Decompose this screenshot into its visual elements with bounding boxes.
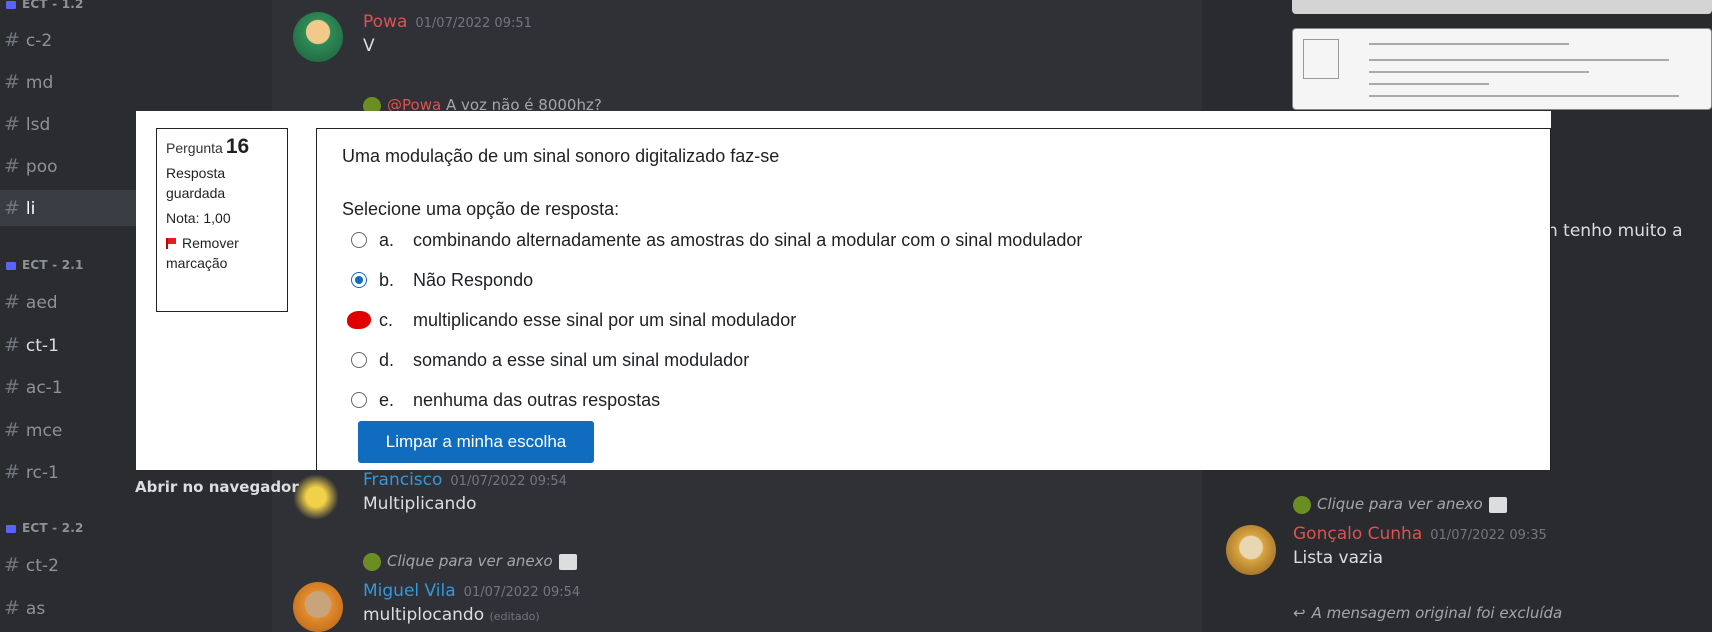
hash-icon: #: [4, 155, 20, 177]
remove-flag-link[interactable]: Remover marcação: [166, 233, 278, 273]
question-label: Pergunta: [166, 140, 223, 156]
attachment-thumbnail-box: [1303, 39, 1339, 79]
chat-message: Miguel Vila 01/07/2022 09:54 multiplocand…: [363, 581, 580, 625]
channel-md[interactable]: # md: [0, 64, 272, 100]
category-icon: [6, 524, 16, 533]
hash-icon: #: [4, 334, 20, 356]
message-author[interactable]: Powa: [363, 12, 407, 32]
message-timestamp: 01/07/2022 09:35: [1430, 528, 1547, 543]
user-avatar[interactable]: [293, 474, 339, 520]
user-avatar[interactable]: [293, 12, 343, 62]
category-icon: [6, 261, 16, 270]
message-text: Multiplicando: [363, 494, 477, 514]
radio-button[interactable]: [351, 392, 367, 408]
chat-message: Gonçalo Cunha 01/07/2022 09:35 Lista vazi…: [1293, 524, 1547, 568]
answer-option-a[interactable]: a. combinando alternadamente as amostras…: [351, 227, 1082, 253]
channel-as[interactable]: # as: [0, 590, 272, 626]
hash-icon: #: [4, 71, 20, 93]
message-timestamp: 01/07/2022 09:51: [415, 16, 532, 31]
hash-icon: #: [4, 597, 20, 619]
category-header[interactable]: ECT - 2.2: [6, 521, 84, 535]
edited-tag: (editado): [489, 610, 540, 623]
clear-choice-button[interactable]: Limpar a minha escolha: [358, 421, 594, 463]
category-header[interactable]: ECT - 2.1: [6, 258, 84, 272]
hash-icon: #: [4, 419, 20, 441]
radio-button-selected[interactable]: [351, 272, 367, 288]
channel-c-2[interactable]: # c-2: [0, 22, 272, 58]
question-text: Uma modulação de um sinal sonoro digital…: [342, 146, 780, 166]
question-grade: Nota: 1,00: [166, 210, 231, 226]
option-text: somando a esse sinal um sinal modulador: [413, 349, 750, 370]
chat-message: Francisco 01/07/2022 09:54 Multiplicando: [363, 470, 567, 514]
chat-message: Powa 01/07/2022 09:51 V: [363, 12, 532, 56]
message-text: V: [363, 36, 375, 56]
hash-icon: #: [4, 461, 20, 483]
attachment-thumbnail-line: [1369, 59, 1669, 61]
category-icon: [6, 0, 16, 9]
message-author[interactable]: Gonçalo Cunha: [1293, 524, 1422, 544]
message-timestamp: 01/07/2022 09:54: [450, 474, 567, 489]
image-attachment[interactable]: [1292, 28, 1712, 110]
mini-avatar: [1293, 495, 1311, 514]
reply-arrow-icon: ↩: [1293, 604, 1306, 622]
image-icon: [1488, 496, 1507, 513]
message-author[interactable]: Francisco: [363, 470, 442, 490]
hash-icon: #: [4, 554, 20, 576]
message-reply-preview[interactable]: Clique para ver anexo: [1293, 495, 1507, 514]
red-annotation-mark: [347, 311, 371, 329]
message-text: multiplocando (editado): [363, 605, 540, 625]
image-attachment[interactable]: [1292, 0, 1712, 14]
option-text: combinando alternadamente as amostras do…: [413, 229, 1083, 250]
message-text: Lista vazia: [1293, 548, 1384, 568]
radio-button[interactable]: [351, 352, 367, 368]
message-text: n tenho muito a: [1547, 221, 1683, 241]
question-state: Resposta guardada: [166, 165, 226, 201]
hash-icon: #: [4, 113, 20, 135]
mini-avatar: [363, 552, 381, 571]
answer-prompt: Selecione uma opção de resposta:: [342, 199, 620, 219]
option-text: nenhuma das outras respostas: [413, 389, 661, 410]
attachment-thumbnail-line: [1369, 43, 1569, 45]
user-avatar[interactable]: [1226, 525, 1276, 575]
answer-option-b[interactable]: b. Não Respondo: [351, 267, 533, 293]
deleted-reply-preview: ↩ A mensagem original foi excluída: [1293, 604, 1563, 622]
attachment-thumbnail-line: [1369, 71, 1589, 73]
question-content: Uma modulação de um sinal sonoro digital…: [316, 128, 1551, 470]
option-text: multiplicando esse sinal por um sinal mo…: [413, 309, 797, 330]
question-number: 16: [225, 135, 250, 158]
message-author[interactable]: Miguel Vila: [363, 581, 456, 601]
user-avatar[interactable]: [293, 582, 343, 632]
answer-option-e[interactable]: e. nenhuma das outras respostas: [351, 387, 660, 413]
answer-option-d[interactable]: d. somando a esse sinal um sinal modulad…: [351, 347, 749, 373]
hash-icon: #: [4, 376, 20, 398]
attachment-thumbnail-line: [1369, 83, 1489, 85]
channel-ct-2[interactable]: # ct-2: [0, 547, 272, 583]
hash-icon: #: [4, 29, 20, 51]
flag-icon: [166, 238, 176, 249]
answer-option-c[interactable]: c. multiplicando esse sinal por um sinal…: [347, 307, 797, 333]
option-text: Não Respondo: [413, 269, 534, 290]
message-reply-preview[interactable]: Clique para ver anexo: [363, 552, 577, 571]
attachment-thumbnail-line: [1369, 95, 1679, 97]
radio-button[interactable]: [351, 232, 367, 248]
message-timestamp: 01/07/2022 09:54: [463, 585, 581, 600]
hash-icon: #: [4, 291, 20, 313]
question-info-box: Pergunta 16 Resposta guardada Nota: 1,00 …: [156, 128, 288, 312]
category-header[interactable]: ECT - 1.2: [6, 0, 84, 11]
quiz-question-screenshot: Pergunta 16 Resposta guardada Nota: 1,00 …: [136, 111, 1551, 470]
image-icon: [558, 553, 577, 570]
open-in-browser-link[interactable]: Abrir no navegador: [135, 478, 299, 496]
hash-icon: #: [4, 197, 20, 219]
